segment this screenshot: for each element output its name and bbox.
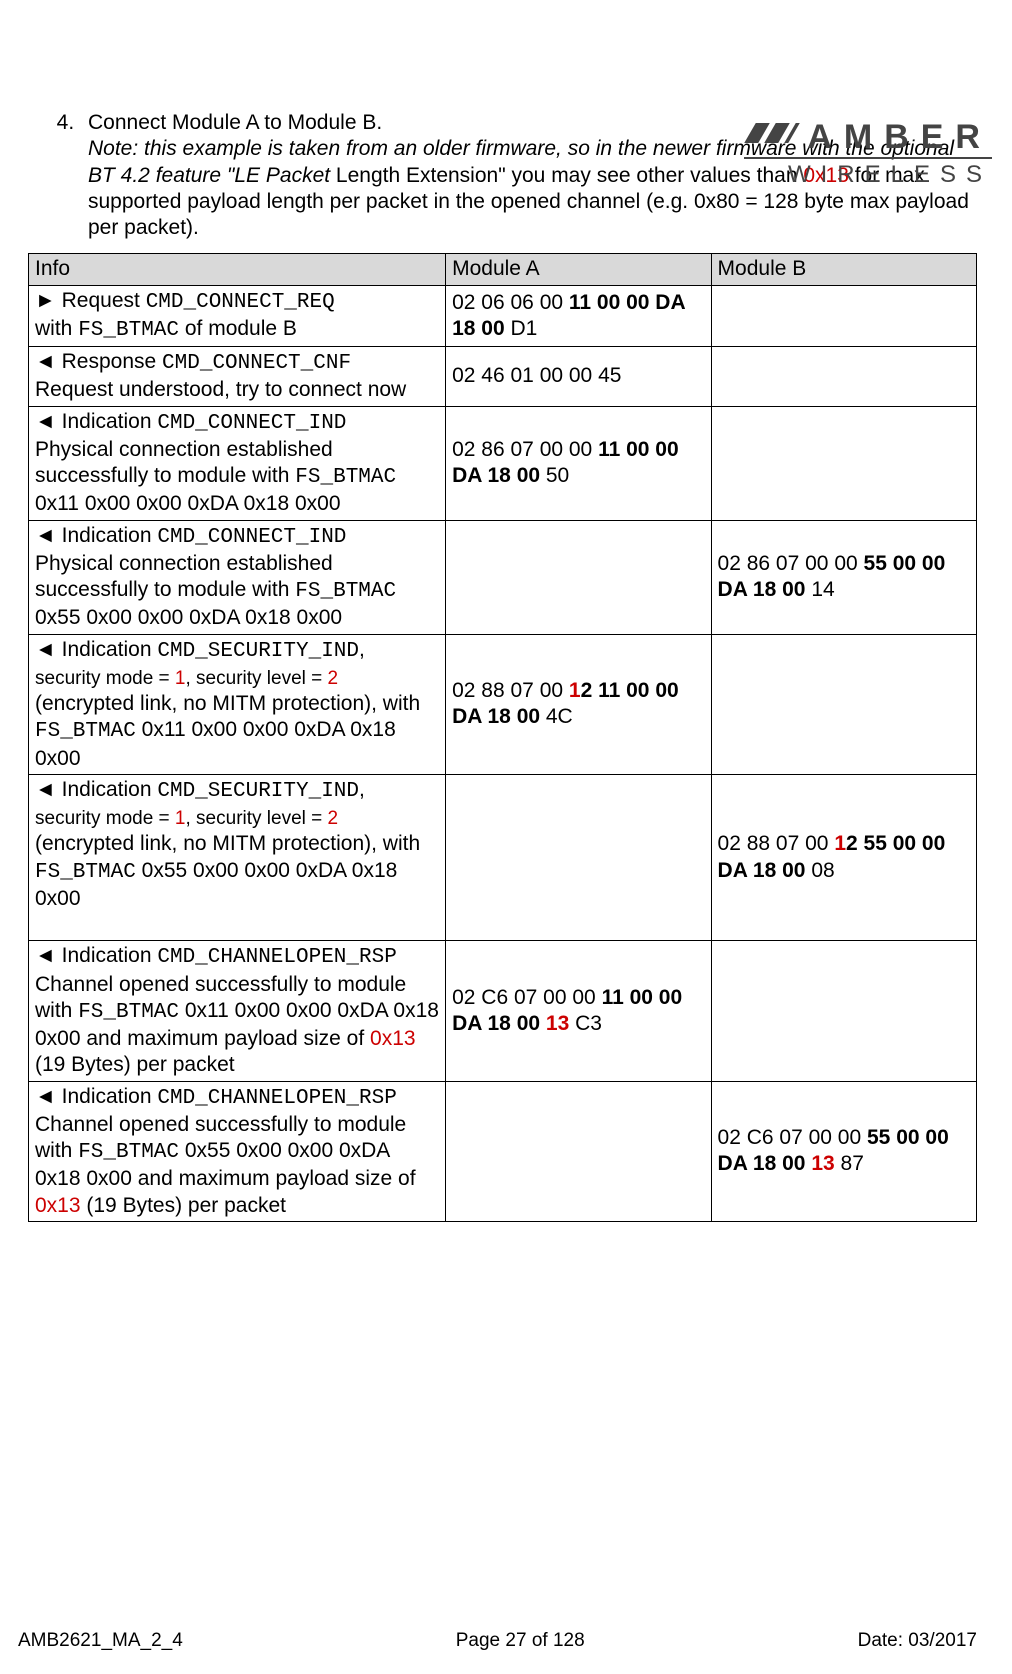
hex-cell <box>711 285 976 347</box>
table-row: ◄ Indication CMD_SECURITY_IND,security m… <box>29 634 977 774</box>
logo-text-top: AMBER <box>807 118 992 157</box>
table-row: ► Request CMD_CONNECT_REQwith FS_BTMAC o… <box>29 285 977 347</box>
logo-text-bottom: WIRELESS <box>744 157 992 189</box>
hex-cell <box>711 347 976 407</box>
step-4-note-p1: Length Extension" you may see other valu… <box>336 164 803 187</box>
hex-cell: 02 88 07 00 12 55 00 00 DA 18 00 08 <box>711 774 976 941</box>
col-header-module-b: Module B <box>711 254 976 285</box>
step-4-title: Connect Module A to Module B. <box>88 111 382 134</box>
brand-logo: AMBER WIRELESS <box>744 118 992 189</box>
hex-cell: 02 C6 07 00 00 55 00 00 DA 18 00 13 87 <box>711 1081 976 1221</box>
hex-cell <box>711 941 976 1081</box>
table-row: ◄ Indication CMD_CONNECT_INDPhysical con… <box>29 406 977 520</box>
col-header-info: Info <box>29 254 446 285</box>
hex-cell <box>446 1081 711 1221</box>
hex-cell: 02 46 01 00 00 45 <box>446 347 711 407</box>
hex-cell: 02 C6 07 00 00 11 00 00 DA 18 00 13 C3 <box>446 941 711 1081</box>
footer-left: AMB2621_MA_2_4 <box>18 1630 183 1652</box>
info-cell: ◄ Indication CMD_SECURITY_IND,security m… <box>29 774 446 941</box>
hex-cell <box>446 774 711 941</box>
hex-cell <box>446 520 711 634</box>
info-cell: ◄ Indication CMD_CONNECT_INDPhysical con… <box>29 520 446 634</box>
info-cell: ◄ Indication CMD_CONNECT_INDPhysical con… <box>29 406 446 520</box>
footer-right: Date: 03/2017 <box>858 1630 977 1652</box>
table-row: ◄ Indication CMD_SECURITY_IND,security m… <box>29 774 977 941</box>
info-cell: ◄ Indication CMD_CHANNELOPEN_RSPChannel … <box>29 1081 446 1221</box>
info-cell: ► Request CMD_CONNECT_REQwith FS_BTMAC o… <box>29 285 446 347</box>
hex-cell <box>711 634 976 774</box>
info-cell: ◄ Indication CMD_CHANNELOPEN_RSPChannel … <box>29 941 446 1081</box>
communication-table: Info Module A Module B ► Request CMD_CON… <box>28 253 977 1222</box>
table-row: ◄ Indication CMD_CONNECT_INDPhysical con… <box>29 520 977 634</box>
info-cell: ◄ Indication CMD_SECURITY_IND,security m… <box>29 634 446 774</box>
hex-cell: 02 06 06 00 11 00 00 DA 18 00 D1 <box>446 285 711 347</box>
info-cell: ◄ Response CMD_CONNECT_CNFRequest unders… <box>29 347 446 407</box>
footer-center: Page 27 of 128 <box>456 1630 585 1652</box>
table-row: ◄ Indication CMD_CHANNELOPEN_RSPChannel … <box>29 1081 977 1221</box>
hex-cell: 02 88 07 00 12 11 00 00 DA 18 00 4C <box>446 634 711 774</box>
hex-cell: 02 86 07 00 00 55 00 00 DA 18 00 14 <box>711 520 976 634</box>
hex-cell: 02 86 07 00 00 11 00 00 DA 18 00 50 <box>446 406 711 520</box>
col-header-module-a: Module A <box>446 254 711 285</box>
table-row: ◄ Response CMD_CONNECT_CNFRequest unders… <box>29 347 977 407</box>
page-footer: AMB2621_MA_2_4 Page 27 of 128 Date: 03/2… <box>18 1630 977 1652</box>
hex-cell <box>711 406 976 520</box>
table-row: ◄ Indication CMD_CHANNELOPEN_RSPChannel … <box>29 941 977 1081</box>
logo-stripes-icon <box>744 123 799 153</box>
